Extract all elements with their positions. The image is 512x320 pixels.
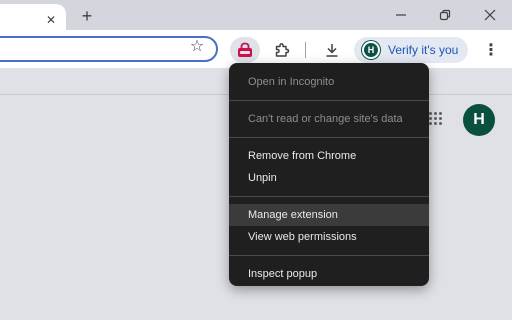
verify-identity-chip[interactable]: H Verify it's you (354, 37, 468, 63)
menu-item-view-web-permissions[interactable]: View web permissions (229, 226, 429, 248)
more-vertical-icon: ⋮ (483, 42, 499, 59)
pinned-extension-button[interactable] (230, 37, 260, 63)
puzzle-icon (275, 43, 290, 57)
star-icon: ☆ (189, 38, 205, 55)
lock-extension-icon (238, 42, 252, 57)
avatar: H (362, 41, 380, 59)
minimize-button[interactable] (388, 4, 414, 26)
menu-item-manage-extension[interactable]: Manage extension (229, 204, 429, 226)
extensions-button[interactable] (268, 37, 296, 63)
menu-separator (229, 137, 429, 138)
restore-button[interactable] (432, 4, 458, 26)
tab-strip: ✕ + (0, 0, 512, 34)
toolbar-divider (305, 42, 306, 58)
download-icon (326, 44, 338, 57)
close-window-button[interactable] (477, 4, 503, 26)
menu-item-site-access: Can't read or change site's data (248, 113, 403, 125)
new-tab-button[interactable]: + (76, 5, 98, 27)
menu-item-unpin[interactable]: Unpin (229, 167, 429, 189)
chrome-menu-button[interactable]: ⋮ (480, 37, 502, 63)
menu-separator (229, 100, 429, 101)
restore-icon (439, 9, 451, 21)
menu-separator (229, 255, 429, 256)
menu-item-inspect-popup[interactable]: Inspect popup (229, 263, 429, 285)
downloads-button[interactable] (319, 37, 345, 63)
tab-close-button[interactable]: ✕ (41, 10, 61, 30)
close-icon: ✕ (45, 13, 57, 27)
account-avatar[interactable]: H (463, 104, 495, 136)
minimize-icon (396, 14, 406, 16)
extension-context-menu: Open in Incognito Can't read or change s… (229, 63, 429, 286)
close-icon (484, 9, 496, 21)
bookmark-button[interactable]: ☆ (186, 35, 208, 57)
menu-separator (229, 196, 429, 197)
verify-label: Verify it's you (388, 43, 459, 57)
menu-item-open-incognito: Open in Incognito (248, 76, 335, 88)
plus-icon: + (81, 6, 93, 26)
apps-grid-icon[interactable] (429, 112, 443, 126)
menu-item-remove-from-chrome[interactable]: Remove from Chrome (229, 145, 429, 167)
